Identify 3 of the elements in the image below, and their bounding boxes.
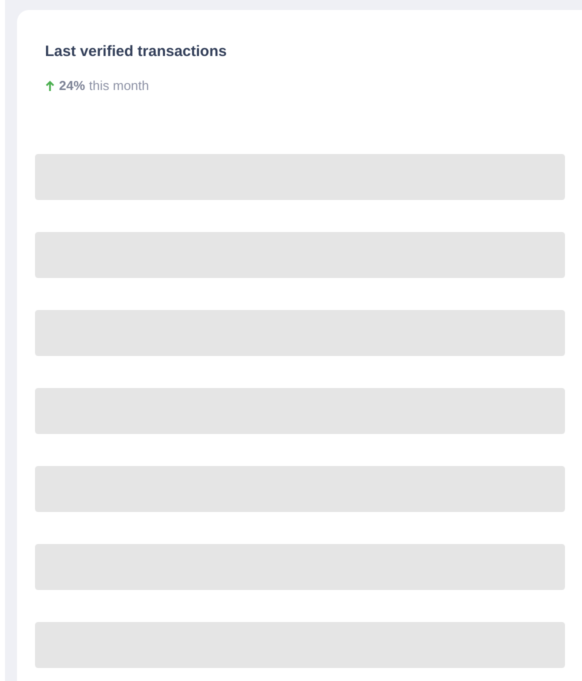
card-title: Last verified transactions (45, 42, 227, 62)
trend-value: 24% (59, 77, 86, 95)
trend-label: this month (89, 77, 150, 95)
